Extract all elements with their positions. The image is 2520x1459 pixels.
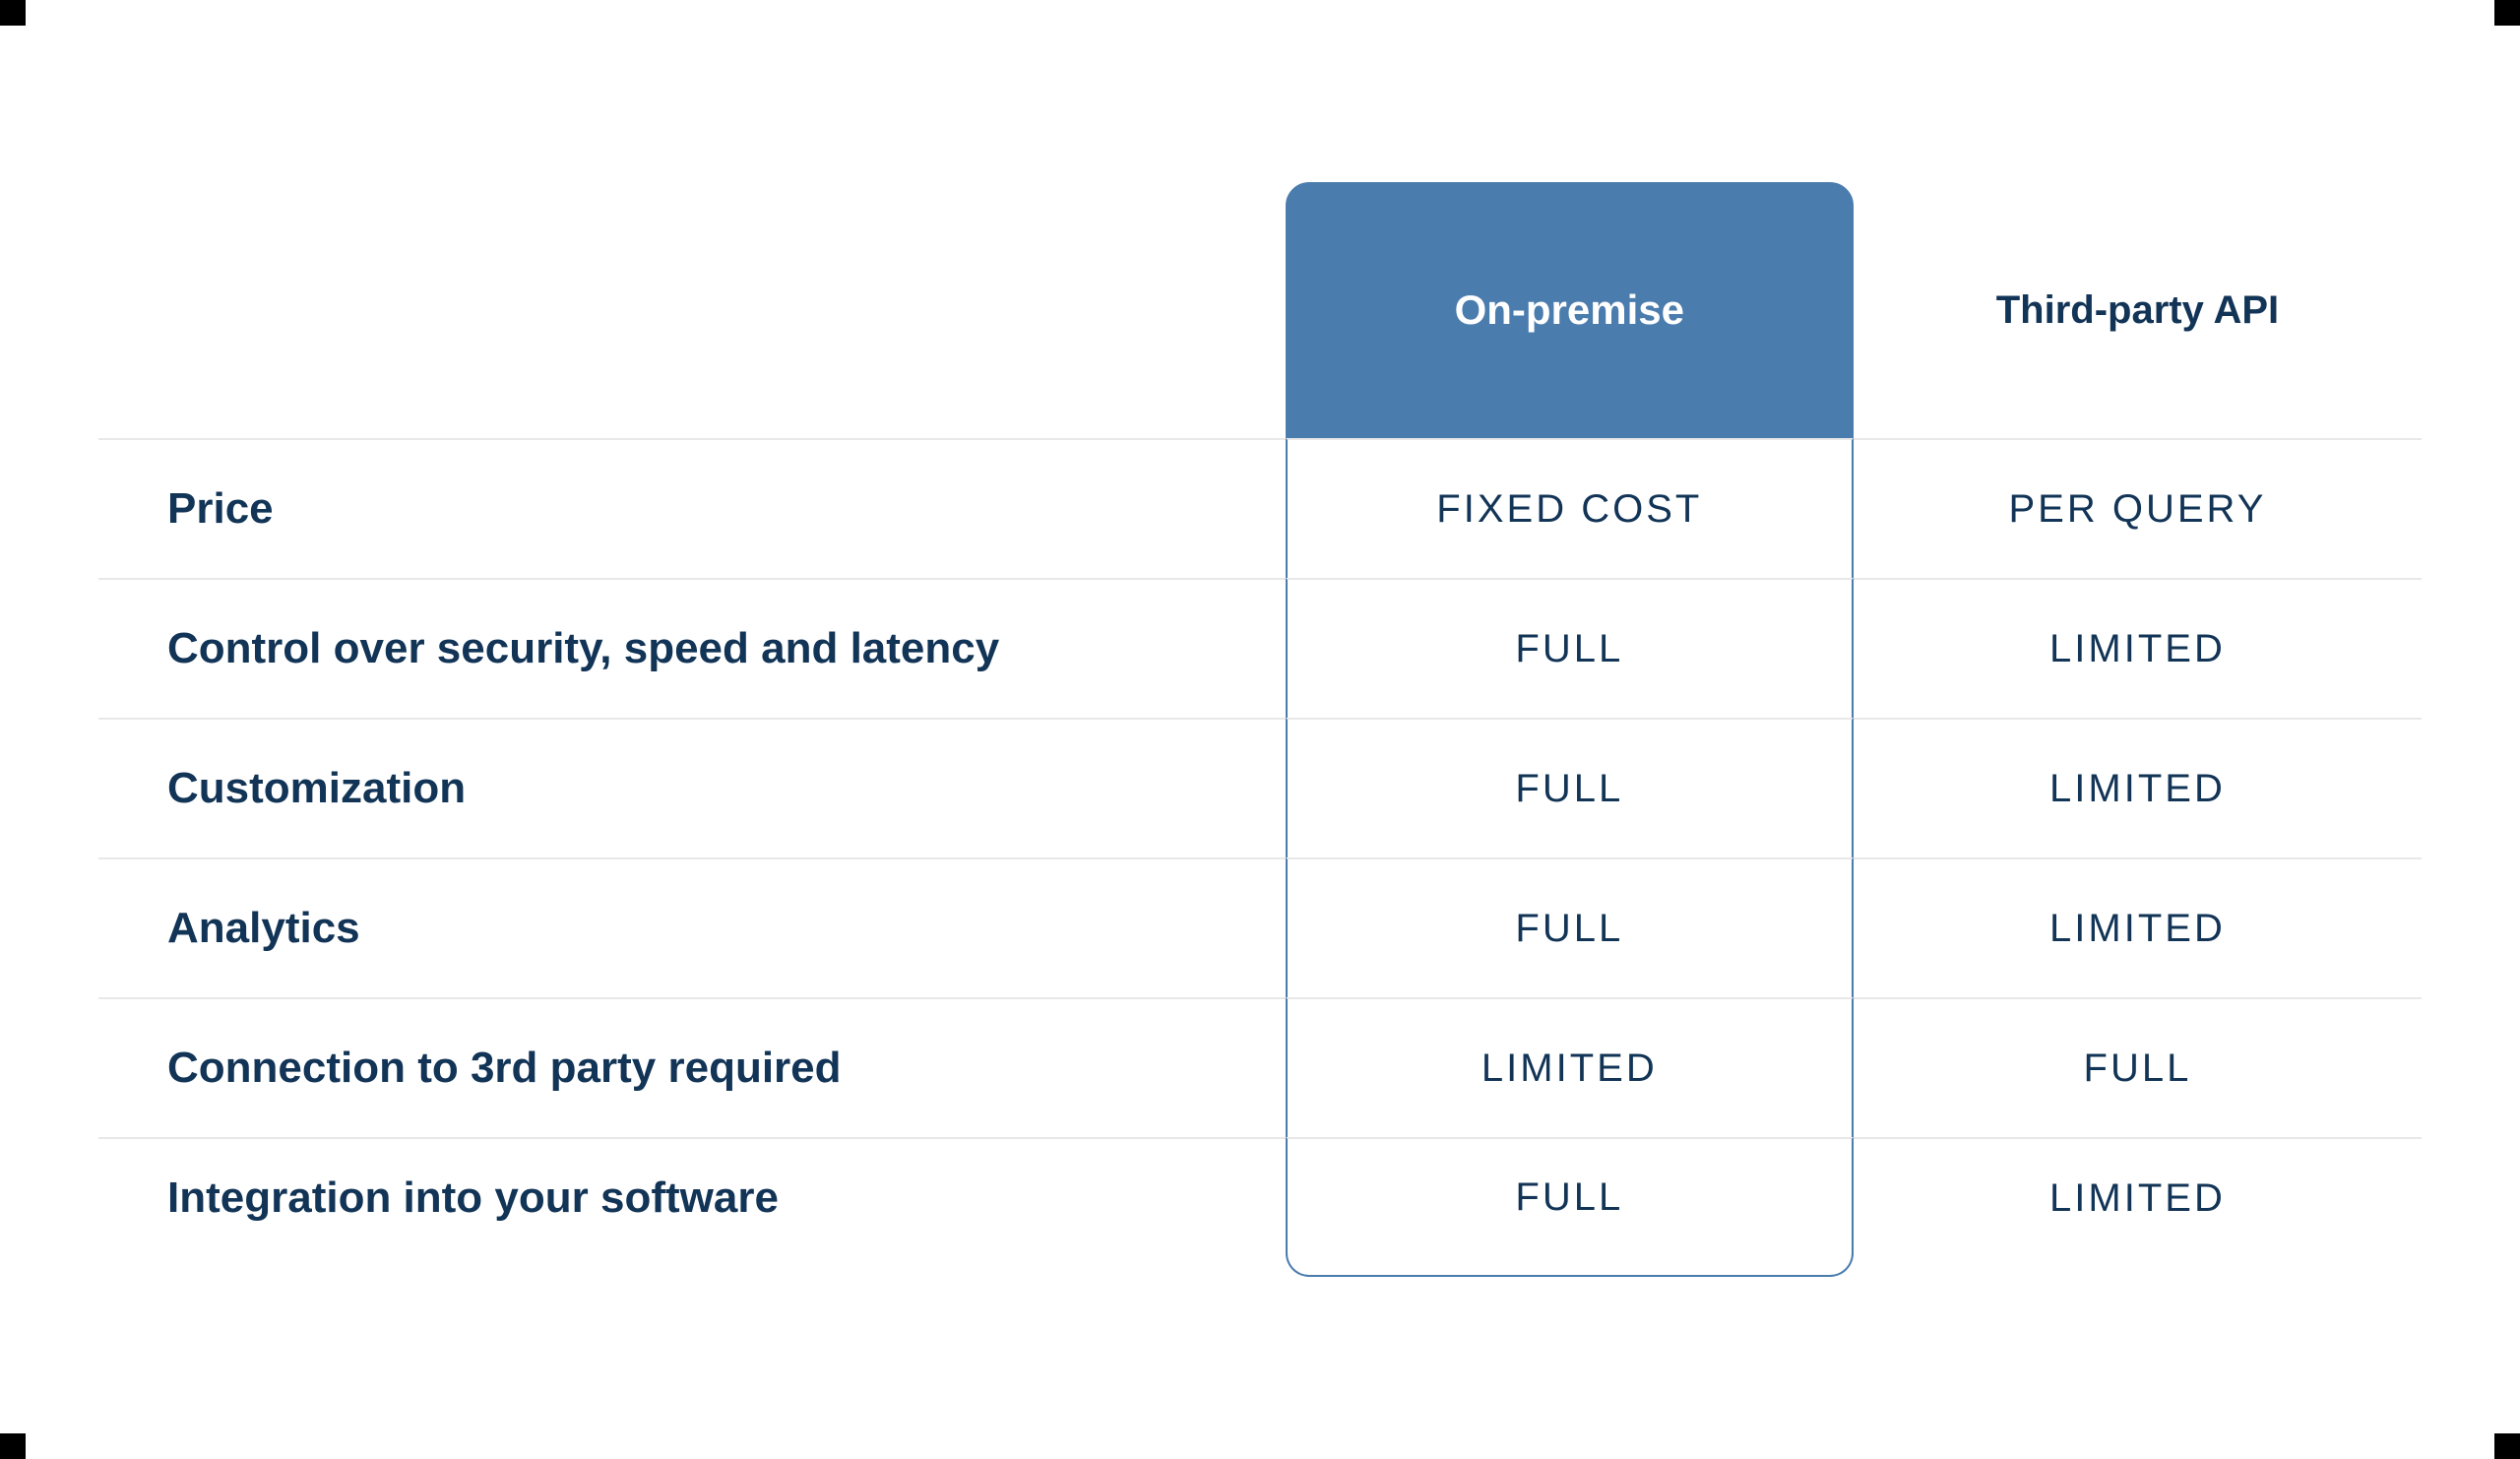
row-value-thirdparty: PER QUERY	[1854, 438, 2422, 578]
row-value-thirdparty: LIMITED	[1854, 718, 2422, 857]
row-value-onpremise: FIXED COST	[1286, 438, 1854, 578]
table-row: Control over security, speed and latency…	[98, 578, 2422, 718]
row-label-analytics: Analytics	[98, 857, 1286, 997]
row-value-onpremise: FULL	[1286, 718, 1854, 857]
comparison-table: On-premise Third-party API Price FIXED C…	[98, 182, 2422, 1277]
row-value-thirdparty: LIMITED	[1854, 857, 2422, 997]
row-label-control: Control over security, speed and latency	[98, 578, 1286, 718]
header-empty	[98, 182, 1286, 438]
row-value-thirdparty: FULL	[1854, 997, 2422, 1137]
table-row: Integration into your software FULL LIMI…	[98, 1137, 2422, 1277]
row-value-onpremise: FULL	[1286, 578, 1854, 718]
table-header-row: On-premise Third-party API	[98, 182, 2422, 438]
row-value-onpremise: FULL	[1286, 857, 1854, 997]
row-label-customization: Customization	[98, 718, 1286, 857]
header-third-party-api: Third-party API	[1854, 182, 2422, 438]
row-value-onpremise: LIMITED	[1286, 997, 1854, 1137]
header-on-premise: On-premise	[1286, 182, 1854, 438]
row-value-onpremise: FULL	[1286, 1137, 1854, 1277]
table-row: Analytics FULL LIMITED	[98, 857, 2422, 997]
row-label-integration: Integration into your software	[98, 1137, 1286, 1277]
row-label-connection: Connection to 3rd party required	[98, 997, 1286, 1137]
corner-icon	[2494, 1433, 2520, 1459]
table-row: Connection to 3rd party required LIMITED…	[98, 997, 2422, 1137]
row-value-thirdparty: LIMITED	[1854, 1137, 2422, 1277]
table-row: Customization FULL LIMITED	[98, 718, 2422, 857]
corner-icon	[0, 1433, 26, 1459]
corner-icon	[0, 0, 26, 26]
table-row: Price FIXED COST PER QUERY	[98, 438, 2422, 578]
corner-icon	[2494, 0, 2520, 26]
row-value-thirdparty: LIMITED	[1854, 578, 2422, 718]
comparison-table-container: On-premise Third-party API Price FIXED C…	[98, 182, 2422, 1277]
row-label-price: Price	[98, 438, 1286, 578]
